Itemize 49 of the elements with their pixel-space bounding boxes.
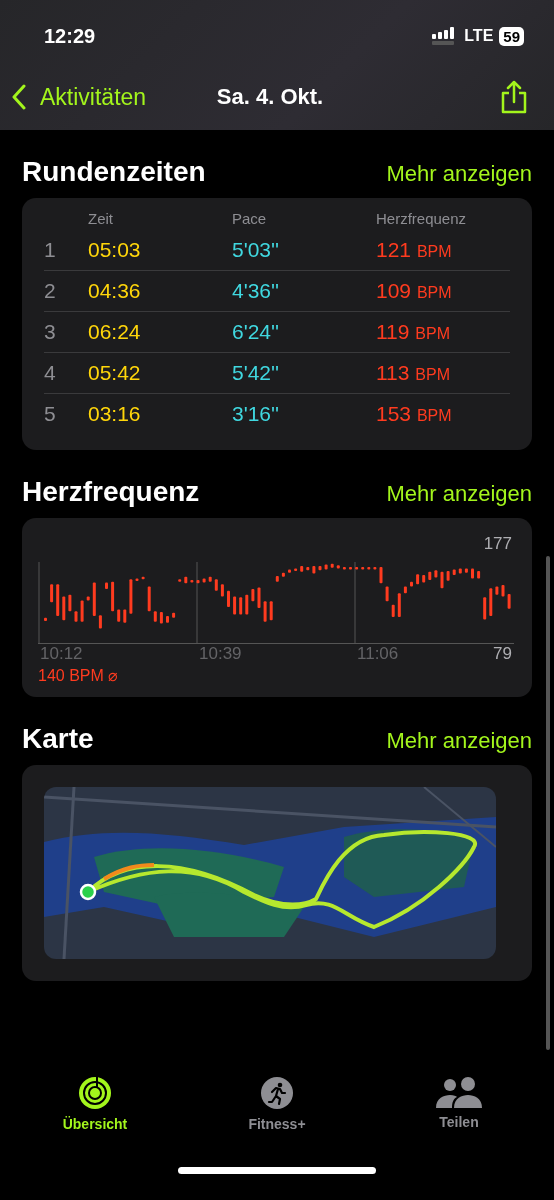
runner-icon [260, 1076, 294, 1110]
lap-pace: 5'42'' [232, 361, 281, 385]
column-header: Herzfrequenz [376, 209, 468, 227]
section-title: Karte [22, 723, 94, 755]
page-title: Sa. 4. Okt. [216, 83, 324, 111]
show-more-link[interactable]: Mehr anzeigen [386, 728, 532, 754]
back-button[interactable]: Aktivitäten [12, 83, 217, 111]
column-header: Pace [232, 209, 268, 227]
status-time: 12:29 [44, 24, 96, 48]
lap-heart-rate: 119 BPM [376, 320, 451, 344]
lap-heart-rate: 153 BPM [376, 402, 453, 426]
average-heart-rate: 140 BPM ⌀ [38, 666, 120, 685]
axis-min-label: 79 [493, 644, 512, 664]
network-label: LTE [464, 27, 494, 45]
lap-heart-rate: 113 BPM [376, 361, 451, 385]
back-label[interactable]: Aktivitäten [40, 83, 147, 111]
lap-pace: 4'36'' [232, 279, 281, 303]
tab[interactable]: Übersicht [40, 1076, 150, 1146]
lap-number: 1 [44, 238, 57, 262]
lap-time: 05:03 [88, 238, 142, 262]
axis-max-label: 177 [483, 534, 512, 554]
show-more-link[interactable]: Mehr anzeigen [386, 481, 532, 507]
lap-number: 4 [44, 361, 57, 385]
time-axis-label: 10:39 [198, 644, 243, 664]
column-header: Zeit [88, 209, 114, 227]
time-axis-label: 11:06 [356, 644, 400, 664]
section-title: Herzfrequenz [22, 476, 200, 508]
lap-heart-rate: 109 BPM [376, 279, 453, 303]
lap-pace: 5'03'' [232, 238, 281, 262]
lap-time: 03:16 [88, 402, 142, 426]
lap-time: 05:42 [88, 361, 142, 385]
battery-indicator: 59 [499, 26, 524, 46]
lap-pace: 6'24'' [232, 320, 281, 344]
lap-time: 06:24 [88, 320, 142, 344]
lap-number: 2 [44, 279, 57, 303]
lap-number: 3 [44, 320, 57, 344]
show-more-link[interactable]: Mehr anzeigen [386, 161, 532, 187]
lap-pace: 3'16'' [232, 402, 281, 426]
tab[interactable]: Teilen [404, 1076, 514, 1146]
chevron-left-icon [12, 84, 26, 110]
lap-time: 04:36 [88, 279, 142, 303]
section-title: Rundenzeiten [22, 156, 206, 188]
people-icon [436, 1076, 482, 1108]
lap-heart-rate: 121 BPM [376, 238, 453, 262]
lap-number: 5 [44, 402, 57, 426]
share-icon[interactable] [500, 80, 528, 114]
time-axis-label: 10:12 [39, 644, 84, 664]
tab[interactable]: Fitness+ [222, 1076, 332, 1146]
rings-icon [78, 1076, 112, 1110]
